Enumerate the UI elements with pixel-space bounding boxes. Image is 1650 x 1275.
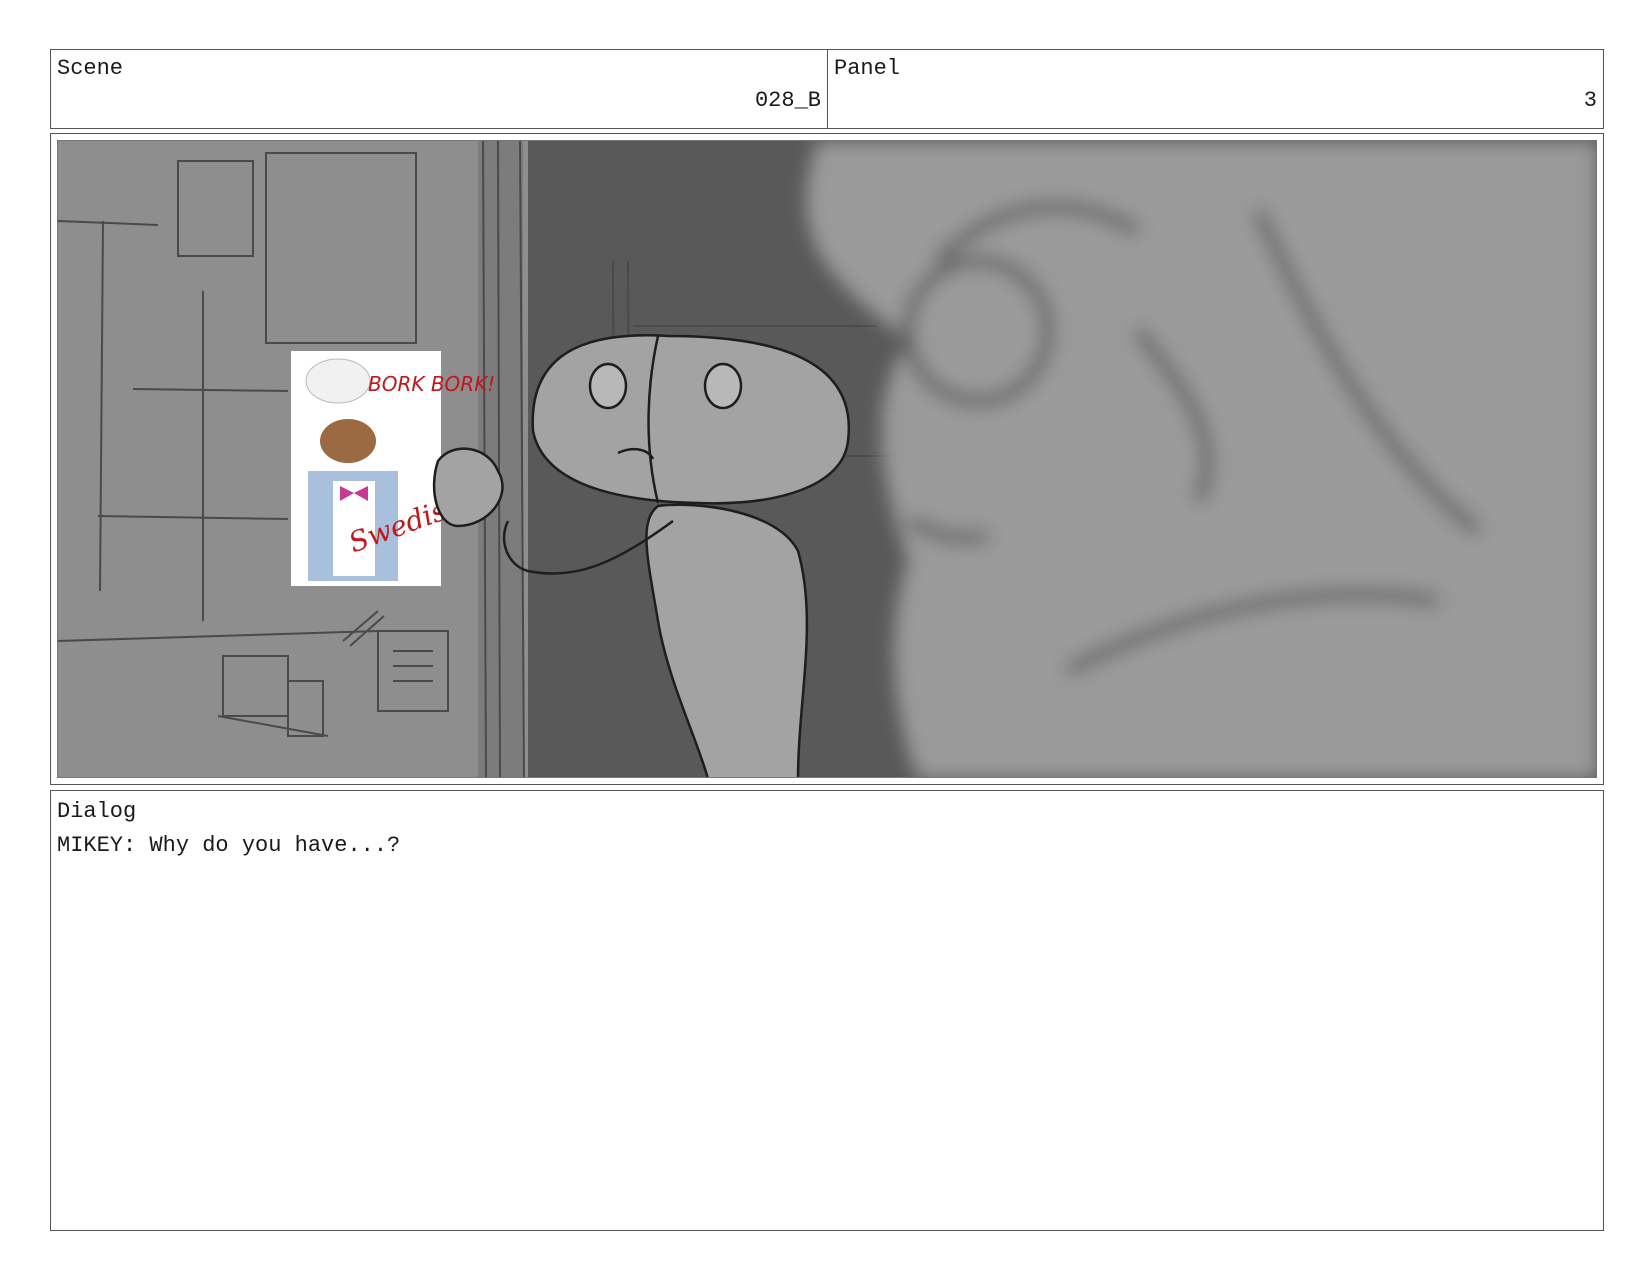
- panel-header: Panel 3: [827, 49, 1604, 129]
- scene-label: Scene: [57, 56, 124, 81]
- storyboard-image: BORK BORK! Swedish C.: [57, 140, 1597, 778]
- storyboard-frame: BORK BORK! Swedish C.: [50, 133, 1604, 785]
- poster-handwriting: BORK BORK!: [368, 372, 495, 396]
- storyboard-sketch: BORK BORK! Swedish C.: [58, 141, 1596, 777]
- panel-number: 3: [1583, 88, 1597, 113]
- dialog-label: Dialog: [57, 799, 137, 824]
- scene-number: 028_B: [754, 88, 821, 113]
- scene-header: Scene 028_B: [50, 49, 828, 129]
- panel-label: Panel: [834, 56, 901, 81]
- dialog-line: MIKEY: Why do you have...?: [57, 833, 401, 858]
- dialog-box: Dialog MIKEY: Why do you have...?: [50, 790, 1604, 1231]
